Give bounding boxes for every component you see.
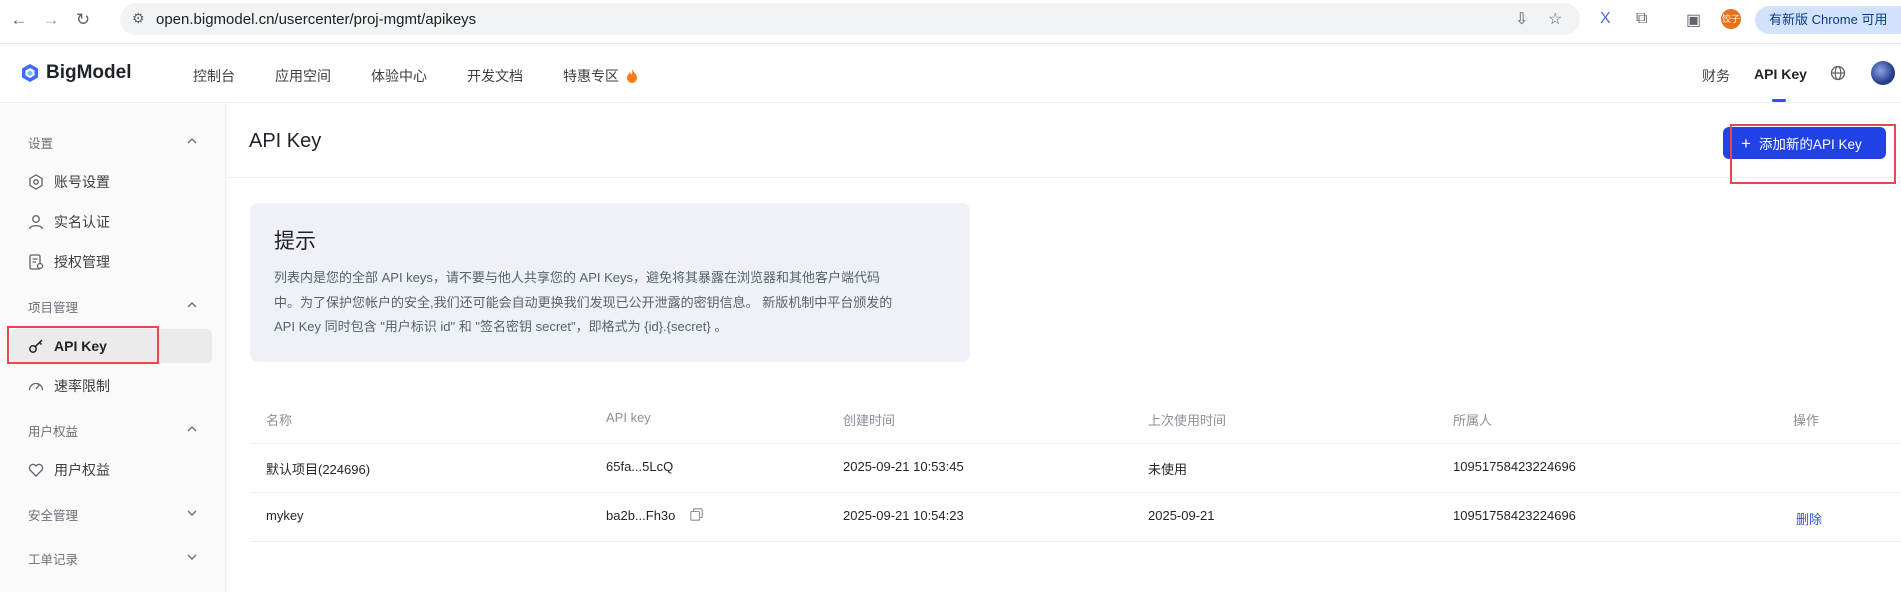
cell-name: 默认项目(224696) [266,462,371,477]
sidebar-item-account-settings[interactable]: 账号设置 [10,165,212,199]
tip-body: 列表内是您的全部 API keys，请不要与他人共享您的 API Keys，避免… [274,266,954,340]
column-header-created: 创建时间 [843,413,896,428]
settings-icon [29,174,43,190]
nav-finance[interactable]: 财务 [1702,66,1730,86]
install-app-icon[interactable]: ⇩ [1515,9,1528,29]
delete-link[interactable]: 删除 [1796,509,1822,528]
language-globe-icon[interactable] [1830,65,1846,81]
tip-line: API Key 同时包含 "用户标识 id" 和 "签名密钥 secret"，即… [274,319,728,334]
back-icon[interactable]: ← [8,9,30,31]
cell-owner: 10951758423224696 [1453,508,1576,523]
profile-avatar[interactable]: 饺子 [1721,9,1741,29]
document-auth-icon [29,254,44,270]
row-divider [250,443,1901,444]
sidebar-item-user-rights[interactable]: 用户权益 [10,453,212,487]
fire-icon [626,69,637,83]
sidebar-item-label: 实名认证 [54,214,110,230]
brand-name: BigModel [46,62,132,83]
column-header-last-used: 上次使用时间 [1148,413,1227,428]
highlight-box-sidebar-api-key [7,326,159,364]
sidebar-group-security[interactable]: 安全管理 [28,505,78,524]
cell-created: 2025-09-21 10:54:23 [843,508,964,523]
nav-api-key[interactable]: API Key [1754,66,1807,82]
chevron-down-icon[interactable] [186,551,198,563]
sidebar-group-user-rights: 用户权益 [28,425,79,439]
tip-panel: 提示 列表内是您的全部 API keys，请不要与他人共享您的 API Keys… [250,203,970,362]
cell-api-key: ba2b...Fh3o [606,508,676,523]
cell-name: mykey [266,508,304,523]
chevron-down-icon[interactable] [186,507,198,519]
highlight-box-add-button [1730,124,1896,184]
cell-owner: 10951758423224696 [1453,459,1576,474]
sidebar-group-project: 项目管理 [28,301,79,315]
nav-special-offers[interactable]: 特惠专区 [563,66,638,86]
forward-icon[interactable]: → [40,9,62,31]
sidebar-item-realname[interactable]: 实名认证 [10,205,212,239]
sidebar-item-authorization[interactable]: 授权管理 [10,245,212,279]
cell-last-used: 未使用 [1148,462,1188,477]
cell-last-used: 2025-09-21 [1148,508,1215,523]
reload-icon[interactable]: ↻ [72,9,94,31]
browser-toolbar: ← → ↻ ⚙ open.bigmodel.cn/usercenter/proj… [0,0,1901,44]
tip-line: 中。为了保护您帐户的安全,我们还可能会自动更换我们发现已公开泄露的密钥信息。 新… [274,294,893,310]
gauge-icon [28,382,44,391]
copy-icon[interactable] [690,508,703,521]
nav-dev-docs[interactable]: 开发文档 [467,66,523,86]
side-panel-icon[interactable]: ▣ [1686,10,1701,30]
extensions-icon[interactable]: ⧉ [1636,10,1647,28]
chrome-update-button[interactable]: 有新版 Chrome 可用 [1755,6,1901,34]
cell-api-key: 65fa...5LcQ [606,459,674,474]
column-header-actions: 操作 [1793,413,1820,428]
chevron-up-icon[interactable] [186,135,198,147]
title-divider [226,177,1901,178]
bookmark-star-icon[interactable]: ☆ [1548,9,1562,29]
tip-title: 提示 [274,230,316,253]
nav-special-offers-label: 特惠专区 [563,68,619,84]
heart-tag-icon [28,463,44,477]
row-divider [250,541,1901,542]
column-header-name: 名称 [266,413,293,428]
app-header: BigModel 控制台 应用空间 体验中心 开发文档 特惠专区 财务 API … [0,44,1901,103]
translate-extension-icon[interactable]: X [1600,10,1611,28]
sidebar-item-label: 用户权益 [54,462,110,478]
chevron-up-icon[interactable] [186,423,198,435]
page-title: API Key [249,130,322,152]
user-avatar[interactable] [1871,61,1895,85]
nav-console[interactable]: 控制台 [193,66,235,86]
sidebar-item-label: 速率限制 [54,378,110,394]
chevron-up-icon[interactable] [186,299,198,311]
site-info-icon[interactable]: ⚙ [132,10,145,27]
bigmodel-logo-icon [22,64,38,82]
column-header-owner: 所属人 [1453,413,1493,428]
cell-created: 2025-09-21 10:53:45 [843,459,964,474]
row-divider [250,492,1901,493]
sidebar-item-label: 账号设置 [54,174,110,190]
column-header-api-key: API key [606,410,651,425]
sidebar-item-label: 授权管理 [54,254,110,270]
nav-experience-center[interactable]: 体验中心 [371,66,427,86]
sidebar-item-rate-limit[interactable]: 速率限制 [10,369,212,403]
nav-active-indicator [1772,99,1786,102]
brand[interactable]: BigModel [20,62,132,84]
nav-app-space[interactable]: 应用空间 [275,66,331,86]
tip-line: 列表内是您的全部 API keys，请不要与他人共享您的 API Keys，避免… [274,270,880,285]
sidebar-group-settings: 设置 [28,137,54,151]
address-bar[interactable]: ⚙ open.bigmodel.cn/usercenter/proj-mgmt/… [120,3,1580,35]
sidebar-group-tickets[interactable]: 工单记录 [28,549,78,568]
user-icon [28,215,44,230]
url-text[interactable]: open.bigmodel.cn/usercenter/proj-mgmt/ap… [156,11,476,28]
